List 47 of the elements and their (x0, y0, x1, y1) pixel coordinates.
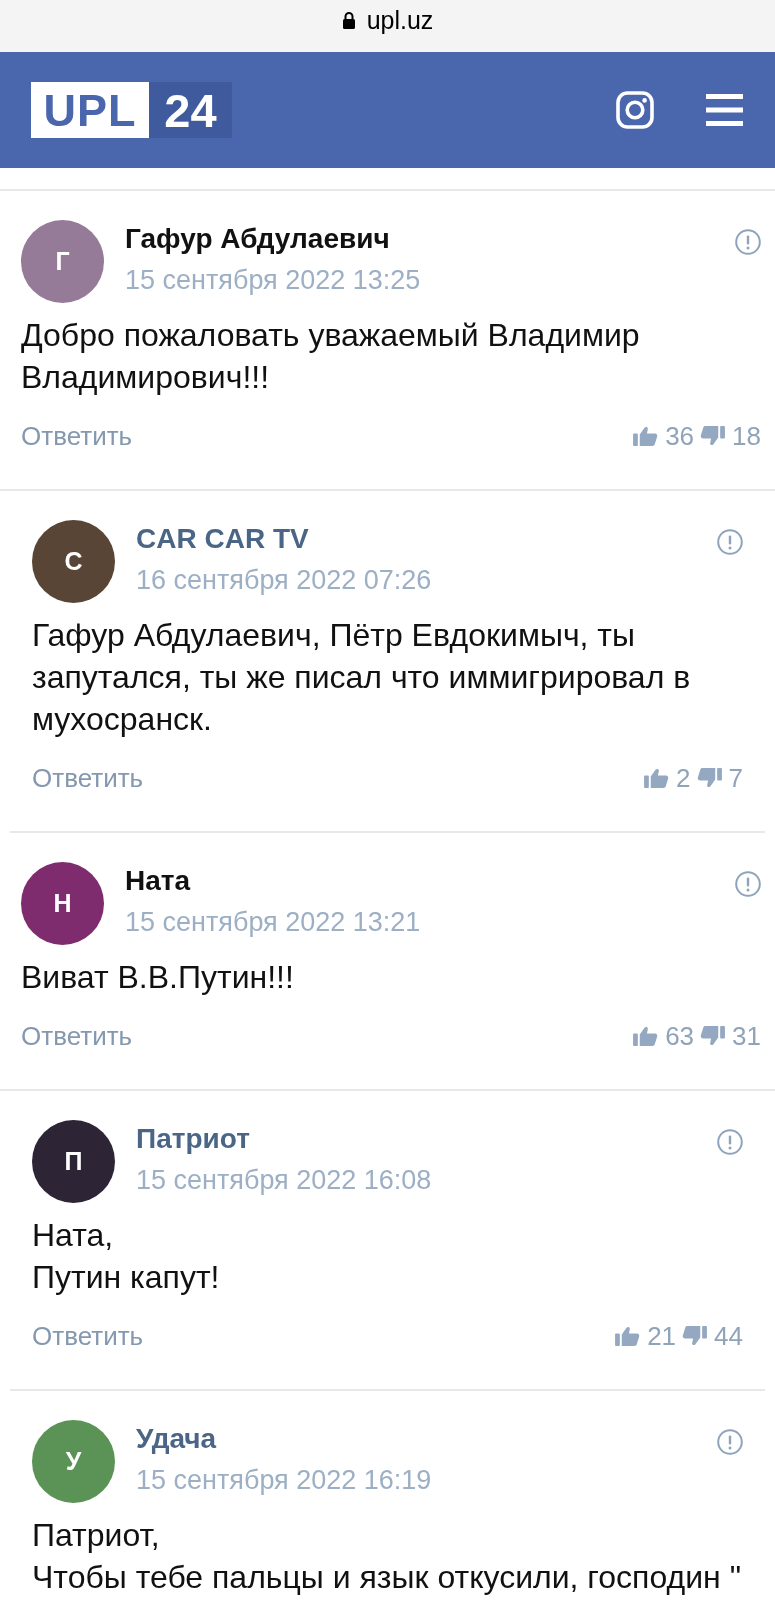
lock-icon (341, 11, 356, 29)
thumbs-down-icon[interactable] (682, 1325, 708, 1347)
exclamation-icon[interactable] (717, 1429, 743, 1455)
thumbs-down-icon[interactable] (700, 425, 726, 447)
comment-text: Патриот, Чтобы тебе пальцы и язык откусили, господин " (32, 1516, 742, 1597)
like-count: 63 (665, 1021, 695, 1051)
dislike-count: 44 (714, 1321, 743, 1351)
logo-number[interactable]: 24 (149, 82, 232, 138)
logo-wordmark[interactable]: UPL (31, 82, 149, 138)
comment-date: 15 сентября 2022 16:08 (136, 1164, 433, 1197)
comment-text: Добро пожаловать уважаемый Владимир Владимирович!!! (21, 316, 641, 397)
author-name[interactable]: Ната (125, 862, 735, 900)
address-text[interactable]: upl.uz (366, 7, 434, 33)
thumbs-up-icon[interactable] (633, 425, 659, 447)
like-count: 36 (665, 421, 695, 451)
author-name[interactable]: Патриот (136, 1120, 717, 1158)
menu-icon[interactable] (706, 94, 743, 126)
author-name[interactable]: Гафур Абдулаевич (125, 220, 735, 258)
avatar: П (32, 1120, 115, 1203)
comment-text: Виват В.В.Путин!!! (21, 958, 295, 997)
author-name[interactable]: Удача (136, 1420, 717, 1458)
dislike-count: 18 (732, 421, 761, 451)
camera-icon[interactable] (616, 91, 654, 129)
thumbs-up-icon[interactable] (644, 767, 670, 789)
thumbs-down-icon[interactable] (700, 1025, 726, 1047)
thumbs-up-icon[interactable] (633, 1025, 659, 1047)
thumbs-up-icon[interactable] (615, 1325, 641, 1347)
exclamation-icon[interactable] (735, 871, 761, 897)
exclamation-icon[interactable] (717, 529, 743, 555)
avatar: Г (21, 220, 104, 303)
exclamation-icon[interactable] (717, 1129, 743, 1155)
comment-text: Гафур Абдулаевич, Пётр Евдокимыч, ты запутался, ты же писал что иммигрировал в мухосранск. (32, 616, 692, 739)
like-count: 2 (676, 763, 691, 793)
comment-text: Ната, Путин капут! (32, 1216, 221, 1297)
avatar: У (32, 1420, 115, 1503)
comment-date: 15 сентября 2022 13:25 (125, 264, 422, 297)
thumbs-down-icon[interactable] (696, 767, 722, 789)
avatar: C (32, 520, 115, 603)
avatar: Н (21, 862, 104, 945)
dislike-count: 7 (728, 763, 743, 793)
author-name[interactable]: CAR CAR TV (136, 520, 717, 558)
exclamation-icon[interactable] (735, 229, 761, 255)
like-count: 21 (647, 1321, 677, 1351)
comment-date: 16 сентября 2022 07:26 (136, 564, 433, 597)
comment-date: 15 сентября 2022 13:21 (125, 906, 422, 939)
comment-date: 15 сентября 2022 16:19 (136, 1464, 433, 1497)
dislike-count: 31 (732, 1021, 761, 1051)
